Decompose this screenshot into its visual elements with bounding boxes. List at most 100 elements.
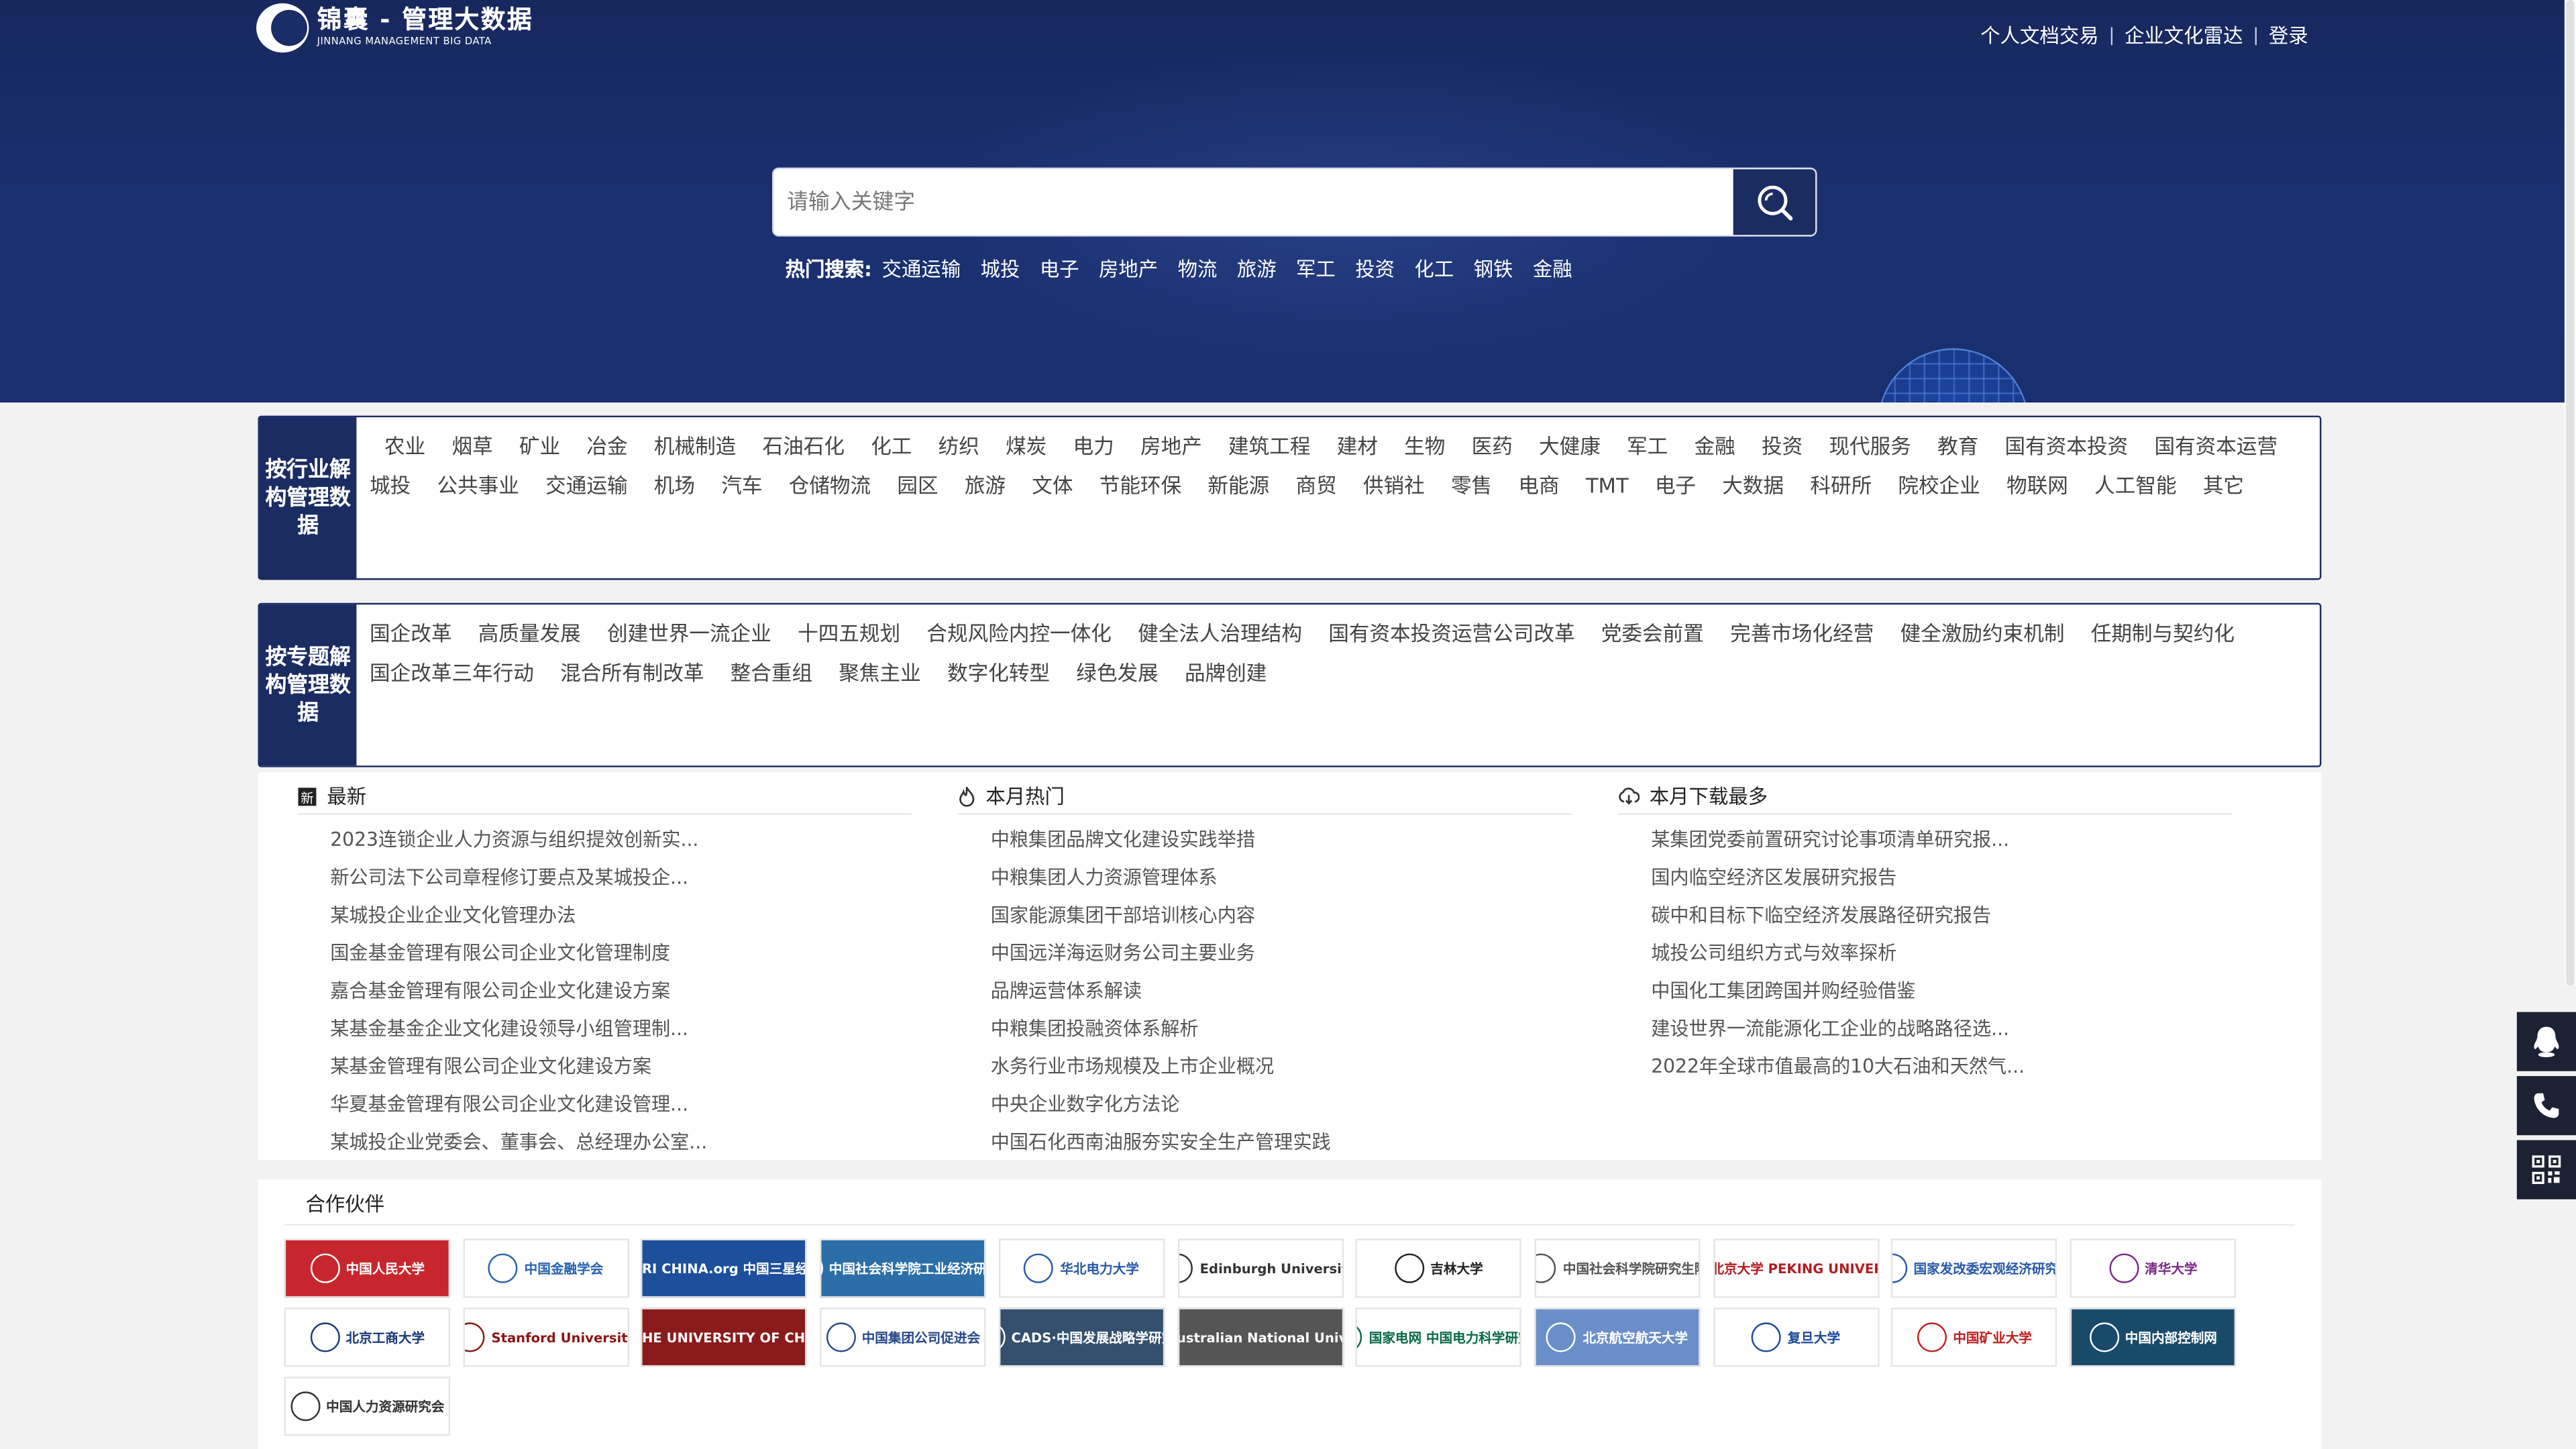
industry-tag[interactable]: 建筑工程	[1228, 427, 1310, 467]
list-item[interactable]: 嘉合基金管理有限公司企业文化建设方案	[330, 973, 912, 1010]
partner-logo[interactable]: 中国集团公司促进会	[820, 1307, 986, 1367]
site-logo[interactable]: 锦囊 - 管理大数据 JINNANG MANAGEMENT BIG DATA	[256, 3, 533, 53]
industry-tag[interactable]: 金融	[1695, 427, 1735, 467]
industry-tag[interactable]: 园区	[897, 467, 938, 506]
industry-tag[interactable]: 物联网	[2006, 467, 2068, 506]
topic-tag[interactable]: 十四五规划	[798, 614, 900, 654]
industry-tag[interactable]: 国有资本运营	[2154, 427, 2277, 467]
hot-search-keyword[interactable]: 钢铁	[1474, 255, 1513, 283]
topic-tag[interactable]: 国企改革三年行动	[370, 654, 534, 694]
topic-tag[interactable]: 整合重组	[731, 654, 812, 694]
nav-culture-radar[interactable]: 企业文化雷达	[2125, 21, 2243, 50]
partner-logo[interactable]: SERI CHINA.org 中国三星经济研究院	[641, 1238, 808, 1298]
topic-tag[interactable]: 健全法人治理结构	[1138, 614, 1302, 654]
partner-logo[interactable]: 北京工商大学	[284, 1307, 451, 1367]
list-item[interactable]: 2022年全球市值最高的10大石油和天然气...	[1651, 1048, 2233, 1085]
topic-tag[interactable]: 品牌创建	[1185, 654, 1267, 694]
industry-tag[interactable]: 旅游	[965, 467, 1006, 506]
hot-search-keyword[interactable]: 城投	[981, 255, 1020, 283]
industry-tag[interactable]: 生物	[1404, 427, 1445, 467]
qrcode-button[interactable]	[2516, 1140, 2576, 1199]
industry-tag[interactable]: 石油石化	[763, 427, 845, 467]
industry-tag[interactable]: 科研所	[1810, 467, 1872, 506]
list-item[interactable]: 城投公司组织方式与效率探析	[1651, 934, 2233, 972]
topic-tag[interactable]: 任期制与契约化	[2091, 614, 2235, 654]
list-item[interactable]: 中国化工集团跨国并购经验借鉴	[1651, 973, 2233, 1010]
list-item[interactable]: 2023连锁企业人力资源与组织提效创新实...	[330, 821, 912, 859]
industry-tag[interactable]: 院校企业	[1898, 467, 1980, 506]
partner-logo[interactable]: Edinburgh University	[1177, 1238, 1344, 1298]
list-item[interactable]: 某城投企业企业文化管理办法	[330, 897, 912, 934]
industry-tag[interactable]: 现代服务	[1829, 427, 1911, 467]
qq-button[interactable]	[2516, 1012, 2576, 1071]
list-item[interactable]: 水务行业市场规模及上市企业概况	[991, 1048, 1572, 1085]
list-item[interactable]: 某集团党委前置研究讨论事项清单研究报...	[1651, 821, 2233, 859]
list-item[interactable]: 某基金管理有限公司企业文化建设方案	[330, 1048, 912, 1085]
topic-tag[interactable]: 国有资本投资运营公司改革	[1328, 614, 1574, 654]
list-item[interactable]: 中国远洋海运财务公司主要业务	[991, 934, 1572, 972]
list-item[interactable]: 中粮集团人力资源管理体系	[991, 859, 1572, 897]
nav-login[interactable]: 登录	[2269, 21, 2308, 50]
partner-logo[interactable]: 国家发改委宏观经济研究院	[1891, 1238, 2057, 1298]
partner-logo[interactable]: 中国人民大学	[284, 1238, 451, 1298]
industry-tag[interactable]: 文体	[1032, 467, 1073, 506]
industry-tag[interactable]: TMT	[1586, 467, 1629, 506]
hot-search-keyword[interactable]: 物流	[1178, 255, 1218, 283]
industry-tag[interactable]: 矿业	[519, 427, 560, 467]
partner-logo[interactable]: 国家电网 中国电力科学研究院	[1355, 1307, 1522, 1367]
topic-tag[interactable]: 党委会前置	[1601, 614, 1704, 654]
topic-tag[interactable]: 完善市场化经营	[1730, 614, 1874, 654]
industry-tag[interactable]: 国有资本投资	[2005, 427, 2129, 467]
industry-tag[interactable]: 机场	[654, 467, 695, 506]
partner-logo[interactable]: 复旦大学	[1713, 1307, 1879, 1367]
partner-logo[interactable]: CADS·中国发展战略学研究会	[998, 1307, 1165, 1367]
industry-tag[interactable]: 大健康	[1539, 427, 1601, 467]
industry-tag[interactable]: 建材	[1337, 427, 1378, 467]
topic-tag[interactable]: 健全激励约束机制	[1900, 614, 2065, 654]
hot-search-keyword[interactable]: 交通运输	[882, 255, 961, 283]
list-item[interactable]: 品牌运营体系解读	[991, 973, 1572, 1010]
industry-tag[interactable]: 公共事业	[437, 467, 519, 506]
industry-tag[interactable]: 烟草	[452, 427, 493, 467]
phone-button[interactable]	[2516, 1076, 2576, 1136]
nav-personal-doc-trade[interactable]: 个人文档交易	[1980, 21, 2098, 50]
list-item[interactable]: 建设世界一流能源化工企业的战略路径选...	[1651, 1010, 2233, 1048]
topic-tag[interactable]: 国企改革	[370, 614, 451, 654]
industry-tag[interactable]: 城投	[370, 467, 411, 506]
industry-tag[interactable]: 大数据	[1722, 467, 1784, 506]
hot-search-keyword[interactable]: 化工	[1414, 255, 1454, 283]
industry-tag[interactable]: 军工	[1627, 427, 1668, 467]
industry-tag[interactable]: 交通运输	[545, 467, 627, 506]
topic-tag[interactable]: 创建世界一流企业	[607, 614, 771, 654]
industry-tag[interactable]: 农业	[384, 427, 425, 467]
scrollbar-thumb[interactable]	[2566, 0, 2575, 986]
industry-tag[interactable]: 供销社	[1363, 467, 1425, 506]
partner-logo[interactable]: Stanford University	[462, 1307, 629, 1367]
industry-tag[interactable]: 人工智能	[2094, 467, 2176, 506]
topic-tag[interactable]: 数字化转型	[947, 654, 1050, 694]
list-item[interactable]: 国家能源集团干部培训核心内容	[991, 897, 1572, 934]
industry-tag[interactable]: 教育	[1937, 427, 1978, 467]
partner-logo[interactable]: 中国社会科学院研究生院	[1534, 1238, 1701, 1298]
industry-tag[interactable]: 冶金	[586, 427, 627, 467]
topic-tag[interactable]: 混合所有制改革	[560, 654, 704, 694]
industry-tag[interactable]: 化工	[871, 427, 912, 467]
list-item[interactable]: 中粮集团品牌文化建设实践举措	[991, 821, 1572, 859]
list-item[interactable]: 国金基金管理有限公司企业文化管理制度	[330, 934, 912, 972]
industry-tag[interactable]: 仓储物流	[789, 467, 871, 506]
industry-tag[interactable]: 新能源	[1208, 467, 1269, 506]
hot-search-keyword[interactable]: 电子	[1040, 255, 1079, 283]
search-input[interactable]	[773, 169, 1735, 235]
partner-logo[interactable]: 清华大学	[2070, 1238, 2237, 1298]
list-item[interactable]: 某基金基金企业文化建设领导小组管理制...	[330, 1010, 912, 1048]
partner-logo[interactable]: 北京航空航天大学	[1534, 1307, 1701, 1367]
industry-tag[interactable]: 投资	[1762, 427, 1803, 467]
industry-tag[interactable]: 煤炭	[1006, 427, 1046, 467]
industry-tag[interactable]: 汽车	[721, 467, 762, 506]
hot-search-keyword[interactable]: 旅游	[1237, 255, 1277, 283]
industry-tag[interactable]: 医药	[1472, 427, 1513, 467]
list-item[interactable]: 华夏基金管理有限公司企业文化建设管理...	[330, 1086, 912, 1124]
hot-search-keyword[interactable]: 金融	[1533, 255, 1572, 283]
topic-tag[interactable]: 合规风险内控一体化	[926, 614, 1112, 654]
industry-tag[interactable]: 机械制造	[654, 427, 736, 467]
